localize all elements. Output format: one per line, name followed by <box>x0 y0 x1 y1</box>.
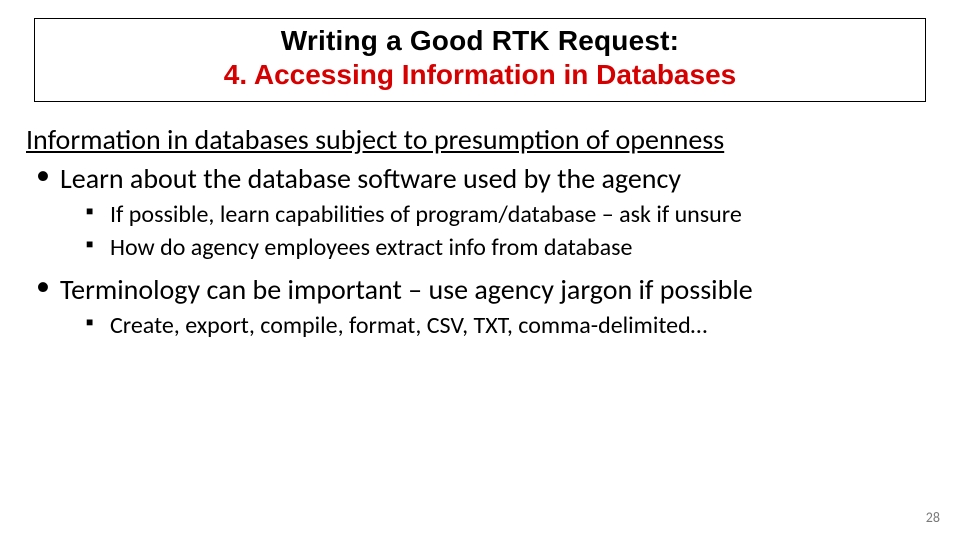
list-item: If possible, learn capabilities of progr… <box>86 200 938 229</box>
list-item: How do agency employees extract info fro… <box>86 233 938 262</box>
bullet-text: Learn about the database software used b… <box>60 161 681 196</box>
sub-bullet-text: If possible, learn capabilities of progr… <box>110 200 742 229</box>
bullet-list: Learn about the database software used b… <box>32 161 938 340</box>
title-line-1: Writing a Good RTK Request: <box>45 25 915 57</box>
lead-heading: Information in databases subject to pres… <box>26 122 938 157</box>
sub-bullet-list: Create, export, compile, format, CSV, TX… <box>86 311 938 340</box>
sub-bullet-text: Create, export, compile, format, CSV, TX… <box>110 311 707 340</box>
sub-bullet-text: How do agency employees extract info fro… <box>110 233 632 262</box>
list-item: Terminology can be important – use agenc… <box>32 272 938 340</box>
list-item: Learn about the database software used b… <box>32 161 938 262</box>
title-box: Writing a Good RTK Request: 4. Accessing… <box>34 18 926 102</box>
page-number: 28 <box>926 509 940 526</box>
slide: Writing a Good RTK Request: 4. Accessing… <box>0 0 960 540</box>
title-line-2: 4. Accessing Information in Databases <box>45 59 915 91</box>
list-item: Create, export, compile, format, CSV, TX… <box>86 311 938 340</box>
sub-bullet-list: If possible, learn capabilities of progr… <box>86 200 938 262</box>
bullet-text: Terminology can be important – use agenc… <box>60 272 753 307</box>
